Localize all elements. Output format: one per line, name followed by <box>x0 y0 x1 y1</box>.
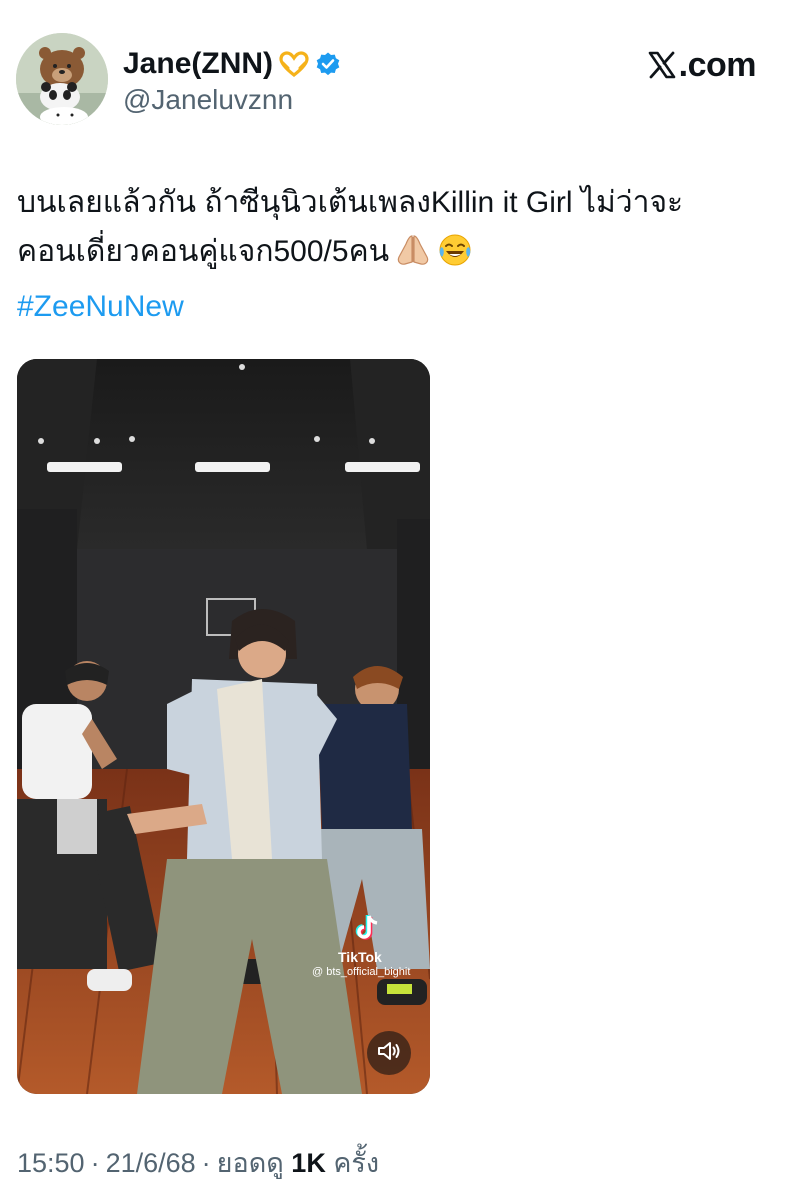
tweet-card: Jane(ZNN) @Janeluvznn .com บนเลยแล้วกัน … <box>0 0 786 1200</box>
meta-separator: · <box>201 1148 211 1178</box>
meta-separator: · <box>90 1148 100 1178</box>
tweet-text: บนเลยแล้วกัน ถ้าซีนุนิวเต้นเพลงKillin it… <box>17 178 767 331</box>
tiktok-username: @ bts_official_bighit <box>312 966 411 978</box>
mute-toggle-button[interactable] <box>367 1031 411 1075</box>
tweet-date[interactable]: 21/6/68 <box>106 1148 196 1178</box>
tiktok-logo-icon <box>312 914 424 947</box>
views-suffix: ครั้ง <box>333 1148 380 1178</box>
tiktok-watermark: TikTok @ bts_official_bighit <box>312 914 424 979</box>
dance-video-frame <box>17 359 430 1094</box>
tears-of-joy-icon <box>437 233 473 282</box>
author-name-row[interactable]: Jane(ZNN) <box>123 44 341 84</box>
avatar[interactable] <box>16 33 108 125</box>
hashtag-link[interactable]: #ZeeNuNew <box>17 282 767 331</box>
x-logo-icon <box>647 50 677 80</box>
views-count[interactable]: 1K <box>291 1148 326 1178</box>
folded-hands-icon <box>393 233 433 282</box>
display-name[interactable]: Jane(ZNN) <box>123 46 273 82</box>
speaker-icon <box>377 1040 401 1067</box>
tweet-text-line-2-body: คอนเดี่ยวคอนคู่แจก500/5คน <box>17 235 390 268</box>
tweet-text-line-1: บนเลยแล้วกัน ถ้าซีนุนิวเต้นเพลงKillin it… <box>17 186 684 219</box>
views-prefix: ยอดดู <box>216 1148 284 1178</box>
heart-hands-icon <box>279 51 309 77</box>
video-player[interactable]: TikTok @ bts_official_bighit <box>17 359 430 1094</box>
brand-domain-text: .com <box>678 46 757 84</box>
author-handle[interactable]: @Janeluvznn <box>123 82 293 118</box>
tweet-time[interactable]: 15:50 <box>17 1148 85 1178</box>
x-brand-watermark: .com <box>647 44 757 86</box>
tweet-meta: 15:50 · 21/6/68 · ยอดดู 1K ครั้ง <box>17 1144 379 1182</box>
verified-badge-icon[interactable] <box>315 51 341 77</box>
tiktok-wordmark: TikTok <box>338 949 382 965</box>
tweet-text-line-2: คอนเดี่ยวคอนคู่แจก500/5คน <box>17 227 767 282</box>
bear-avatar-image <box>16 33 108 125</box>
